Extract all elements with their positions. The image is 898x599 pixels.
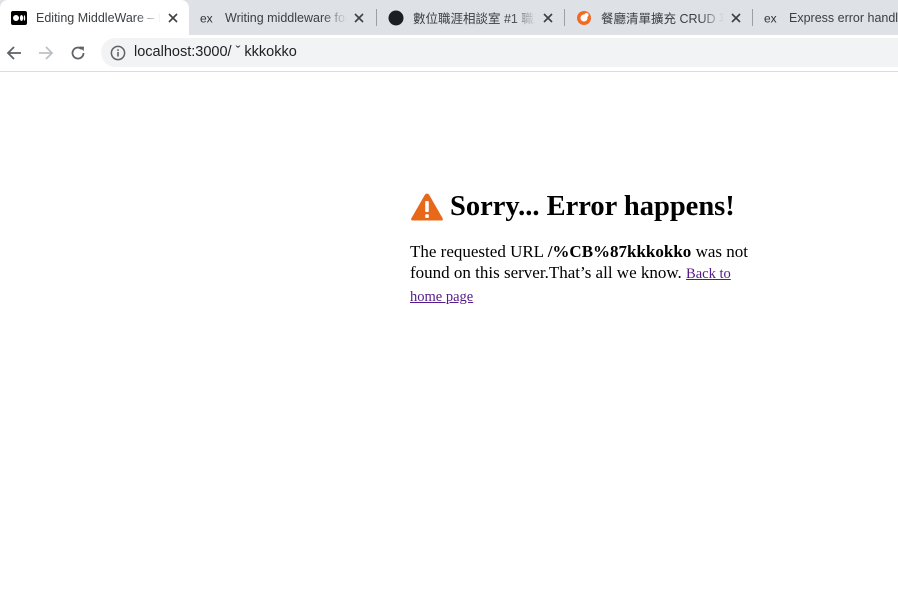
requested-url: /%CB%87kkkokko [547, 242, 692, 261]
forward-arrow-icon [39, 46, 54, 60]
tab-title: Express error handling [789, 10, 898, 25]
message-prefix: The requested URL [410, 242, 548, 261]
back-button[interactable] [0, 39, 28, 67]
browser-toolbar: localhost:3000/ ˇ kkkokko [0, 35, 898, 72]
github-icon [388, 10, 404, 26]
reload-button[interactable] [64, 39, 92, 67]
page-title: Sorry... Error happens! [450, 191, 735, 222]
tab-title: Writing middleware for use in Express ap… [225, 10, 347, 25]
tab-career-room[interactable]: 數位職涯相談室 #1 職涯 [377, 0, 564, 35]
reload-icon [71, 46, 85, 60]
info-icon[interactable] [110, 45, 126, 61]
tab-strip: Editing MiddleWare – Medium ex Writing m… [0, 0, 898, 35]
tab-writing-middleware[interactable]: ex Writing middleware for use in Express… [189, 0, 375, 35]
close-tab-icon[interactable] [351, 10, 367, 26]
tab-editing-middleware[interactable]: Editing MiddleWare – Medium [0, 0, 189, 35]
warning-icon [411, 193, 443, 221]
error-heading: Sorry... Error happens! [410, 188, 762, 226]
tab-restaurant-crud[interactable]: 餐廳清單擴充 CRUD 功能 [565, 0, 752, 35]
tab-express-error-handling[interactable]: ex Express error handling [753, 0, 898, 35]
svg-text:ex: ex [764, 11, 777, 25]
close-tab-icon[interactable] [728, 10, 744, 26]
forward-button[interactable] [32, 39, 60, 67]
error-message: The requested URL /%CB%87kkkokko was not… [410, 241, 762, 308]
close-tab-icon[interactable] [165, 10, 181, 26]
express-icon: ex [764, 10, 780, 26]
alphacamp-icon [576, 10, 592, 26]
close-tab-icon[interactable] [540, 10, 556, 26]
address-bar[interactable]: localhost:3000/ ˇ kkkokko [101, 38, 898, 67]
medium-icon [11, 10, 27, 26]
tab-title: 數位職涯相談室 #1 職涯 [413, 12, 536, 26]
url-text: localhost:3000/ ˇ kkkokko [134, 44, 297, 60]
error-page: Sorry... Error happens! The requested UR… [410, 188, 762, 308]
svg-text:ex: ex [200, 11, 213, 25]
back-arrow-icon [6, 46, 21, 60]
express-icon: ex [200, 10, 216, 26]
tab-title: 餐廳清單擴充 CRUD 功能 [601, 12, 724, 26]
tab-title: Editing MiddleWare – Medium [36, 10, 161, 25]
